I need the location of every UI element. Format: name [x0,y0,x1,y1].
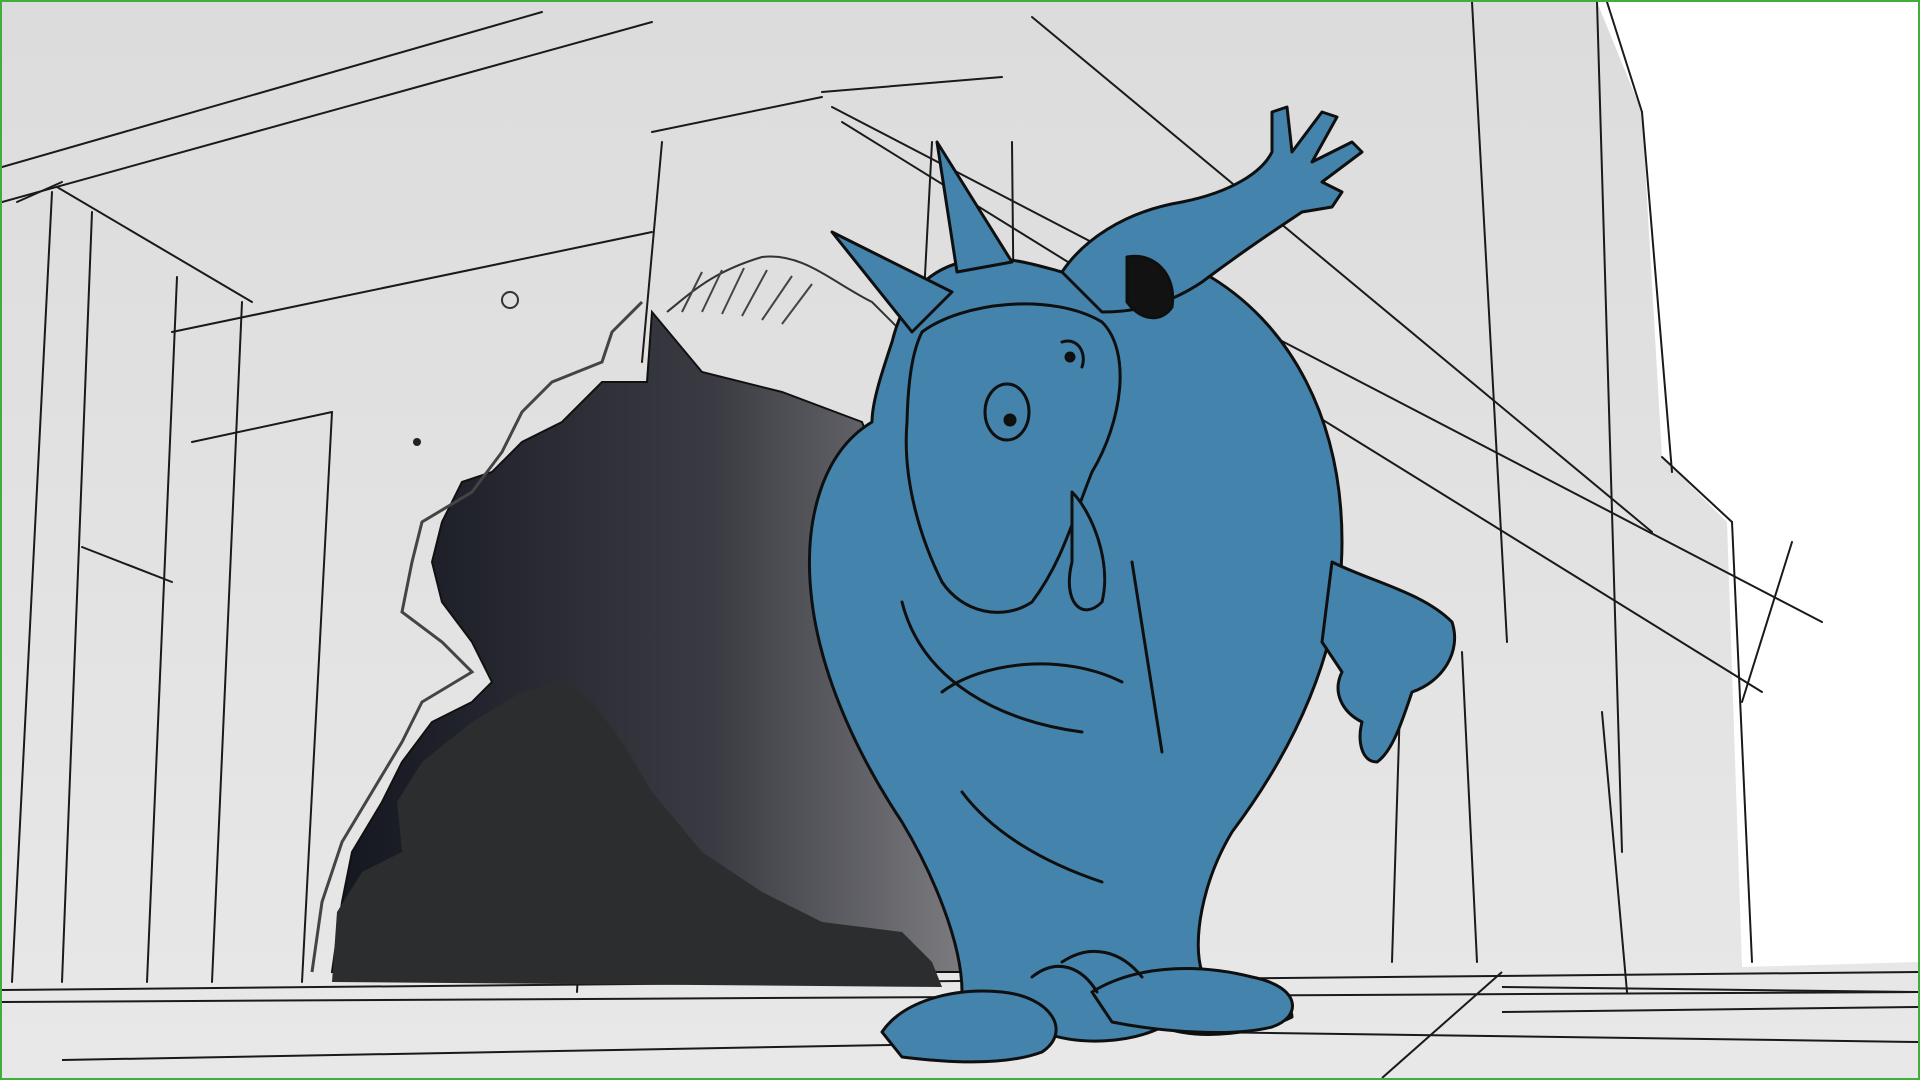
storyboard-frame [0,0,1920,1080]
creature-foot-right [1090,967,1294,1034]
creature-pupil-left [1003,413,1017,427]
creature-eye-left [983,382,1031,442]
storyboard-scene [2,2,1918,1078]
wall-debris-chip [413,438,421,446]
creature-pupil-right [1064,351,1076,363]
